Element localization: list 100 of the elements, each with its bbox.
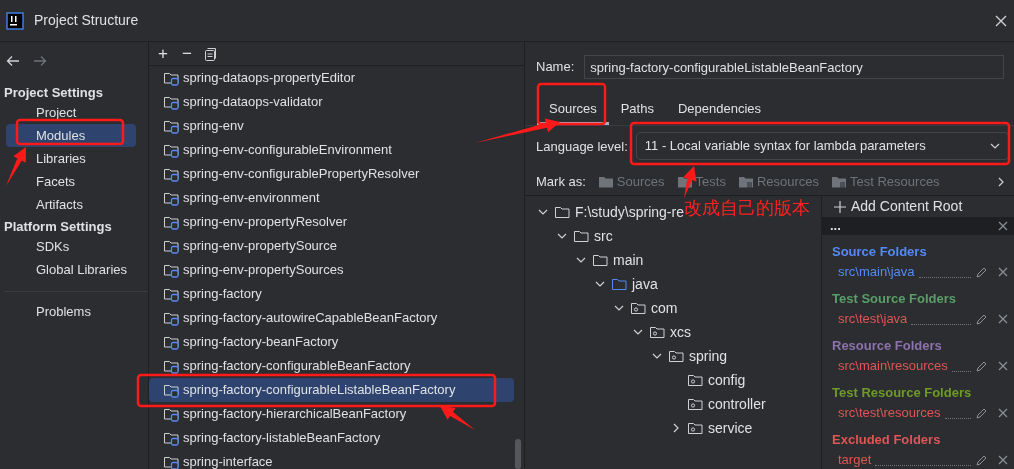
tab[interactable]: Dependencies [665,95,774,125]
folder-group-title: Source Folders [832,243,928,261]
toolbar-button[interactable]: − [179,45,195,62]
module-item[interactable]: spring-env-environment [149,186,514,210]
module-item[interactable]: spring-factory-listableBeanFactory [149,426,514,450]
tree-item[interactable]: com [525,296,678,320]
tree-label: com [651,298,678,318]
module-name: spring-factory-configurableBeanFactory [183,357,411,376]
section-heading: Project Settings [3,84,104,102]
module-name: spring-interface [183,453,273,469]
pencil-icon [975,312,988,326]
folder-icon [554,204,571,220]
close-icon [998,455,1008,465]
close-icon [998,408,1008,418]
window-title: Project Structure [34,11,140,30]
module-folder-icon [163,238,180,254]
annotation-text: 改成自己的版本 [684,199,810,217]
name-field[interactable]: spring-factory-configurableListableBeanFactory [584,55,1004,79]
tree-label: xcs [670,322,691,342]
module-item[interactable]: spring-env-propertySource [149,234,514,258]
pencil-icon [975,406,988,420]
tree-item[interactable]: F:\study\spring-re [525,200,684,224]
annotation-arrow [683,166,697,198]
sidebar-item[interactable]: Artifacts [6,193,136,216]
module-item[interactable]: spring-interface [149,450,514,469]
module-folder-icon [163,286,180,302]
module-item[interactable]: spring-factory-configurableListableBeanFactory [149,378,514,402]
module-item[interactable]: spring-factory-beanFactory [149,330,514,354]
package-folder-icon [668,348,685,364]
tree-label: main [613,250,644,270]
sidebar-item[interactable]: Facets [6,170,136,193]
module-folder-icon [163,406,180,422]
module-item[interactable]: spring-factory-autowireCapableBeanFactory [149,306,514,330]
module-folder-icon [163,70,180,86]
module-folder-icon [163,334,180,350]
module-item[interactable]: spring-env-propertySources [149,258,514,282]
chevron-right-icon [998,176,1004,187]
tab[interactable]: Paths [608,95,666,125]
toolbar-button[interactable]: + [155,45,171,62]
sidebar-item[interactable]: Problems [6,300,136,323]
scrollbar [515,439,521,469]
folder-path: src\main\resources [838,357,948,376]
tree-item[interactable]: spring [525,344,728,368]
package-folder-icon [687,420,704,436]
module-item[interactable]: spring-env-configurableEnvironment [149,138,514,162]
module-name: spring-factory-hierarchicalBeanFactory [183,405,407,424]
tree-label: F:\study\spring-re [575,203,684,222]
add-content-root-button[interactable]: Add Content Root [822,196,1014,217]
chevron-down-icon [990,143,1000,149]
forward-arrow-icon [33,55,47,67]
back-arrow-icon [6,55,20,67]
tree-item[interactable]: config [525,368,746,392]
module-name: spring-env [183,117,244,136]
language-level-dropdown[interactable]: 11 - Local variable syntax for lambda parameters [635,132,1009,160]
module-item[interactable]: spring-dataops-validator [149,90,514,114]
module-item[interactable]: spring-factory [149,282,514,306]
module-name: spring-env-configurableEnvironment [183,141,392,160]
folder-path: src\test\resources [838,404,941,423]
close-icon [998,314,1008,324]
module-folder-icon [163,166,180,182]
tree-item[interactable]: service [525,416,753,440]
tree-item[interactable]: main [525,248,644,272]
folder-icon [592,252,609,268]
sidebar-item[interactable]: Modules [6,124,136,147]
module-folder-icon [163,214,180,230]
package-folder-icon [630,300,647,316]
tree-item[interactable]: java [525,272,658,296]
tree-label: config [708,370,746,390]
module-folder-icon [163,358,180,374]
tree-label: spring [689,346,728,366]
annotation-arrow [440,406,475,430]
annotation-box [536,82,607,126]
module-item[interactable]: spring-env [149,114,514,138]
module-name: spring-env-configurablePropertyResolver [183,165,420,184]
module-name: spring-factory-beanFactory [183,333,339,352]
module-name: spring-factory-configurableListableBeanFactory [183,381,456,400]
module-folder-icon [163,190,180,206]
module-folder-icon [163,310,180,326]
folder-group-title: Resource Folders [832,337,943,355]
tree-item[interactable]: controller [525,392,766,416]
module-item[interactable]: spring-dataops-propertyEditor [149,66,514,90]
module-item[interactable]: spring-env-configurablePropertyResolver [149,162,514,186]
folder-group-title: Test Resource Folders [832,384,973,402]
sidebar-item[interactable]: Project [6,101,136,124]
module-item[interactable]: spring-factory-hierarchicalBeanFactory [149,402,514,426]
folder-path: src\test\java [838,310,908,329]
module-item[interactable]: spring-factory-configurableBeanFactory [149,354,514,378]
field-label: Language level: [536,138,628,157]
tree-item[interactable]: src [525,224,613,248]
sidebar-item[interactable]: Libraries [6,147,136,170]
tree-label: controller [708,394,766,414]
sidebar-item[interactable]: SDKs [6,235,136,258]
sidebar-item[interactable]: Global Libraries [6,258,136,281]
tree-label: src [594,226,613,246]
folder-path: target [838,451,872,469]
folder-icon [573,228,590,244]
module-item[interactable]: spring-env-propertyResolver [149,210,514,234]
folder-group-title: Excluded Folders [832,431,942,449]
annotation-arrow [6,147,26,186]
tree-item[interactable]: xcs [525,320,691,344]
